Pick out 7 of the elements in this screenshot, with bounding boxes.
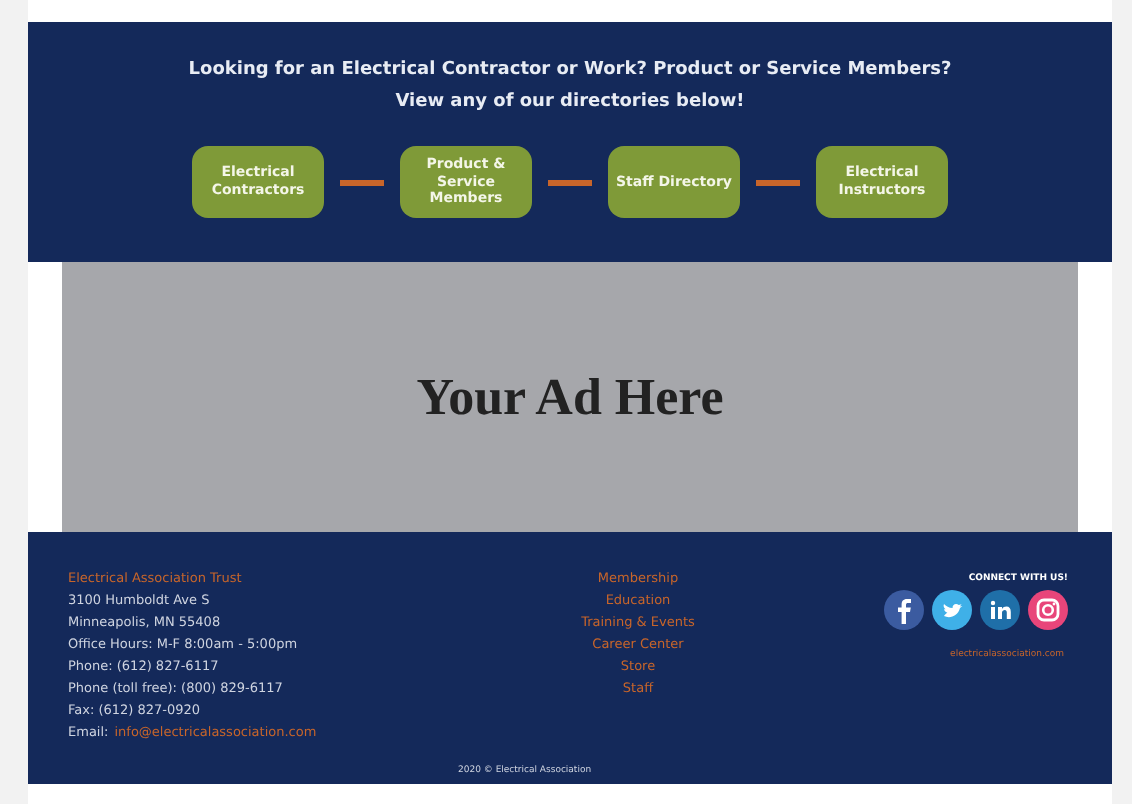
facebook-icon[interactable]	[884, 590, 924, 630]
twitter-icon[interactable]	[932, 590, 972, 630]
banner-subheading: View any of our directories below!	[395, 92, 745, 112]
banner-heading: Looking for an Electrical Contractor or Work? Product or Service Members?	[188, 60, 952, 80]
ad-text: Your Ad Here	[416, 367, 724, 427]
instagram-icon[interactable]	[1028, 590, 1068, 630]
linkedin-icon[interactable]	[980, 590, 1020, 630]
